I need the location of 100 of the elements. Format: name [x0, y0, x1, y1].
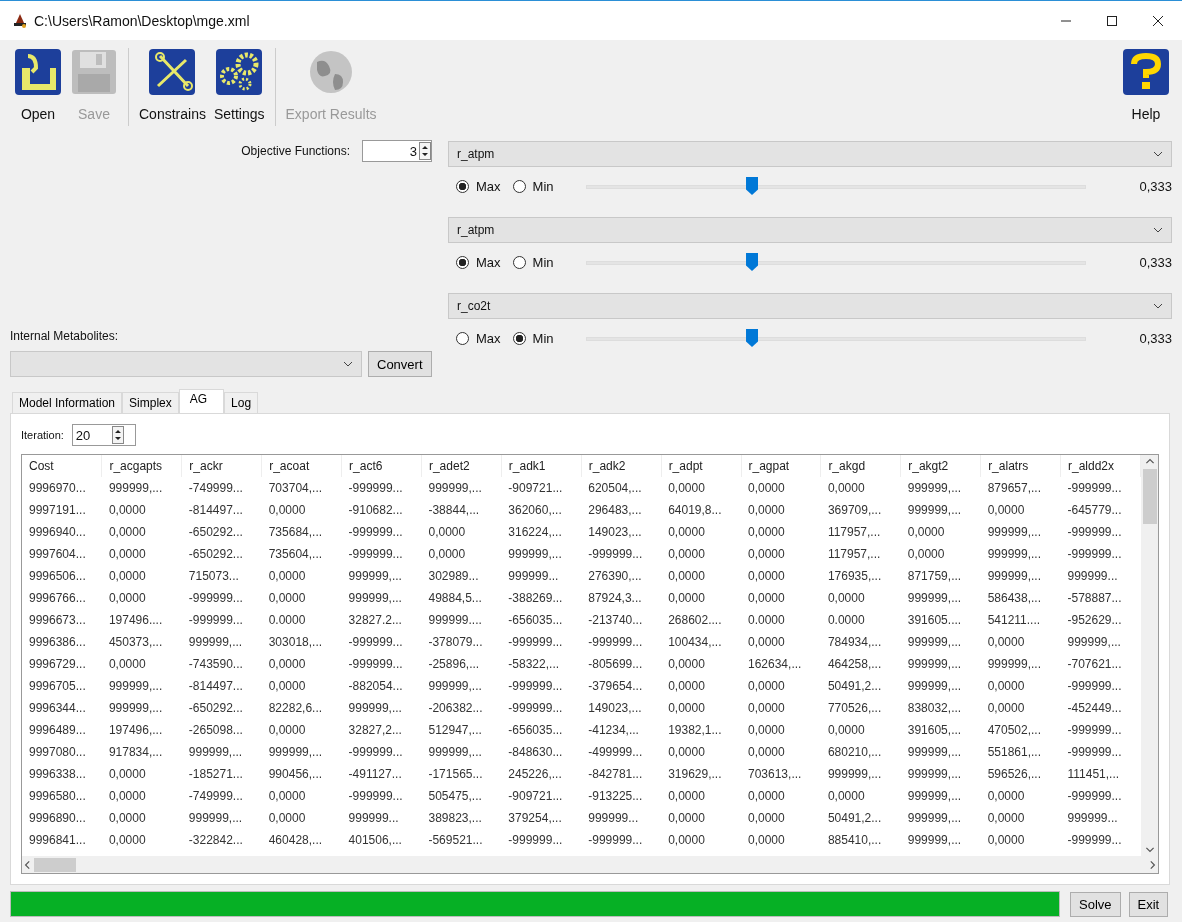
column-header[interactable]: r_akgt2	[900, 455, 981, 477]
reaction-dropdown[interactable]: r_atpm	[448, 141, 1172, 167]
number-spinner[interactable]: 20	[71, 424, 136, 446]
table-cell-text: 735684,...	[267, 524, 324, 541]
spin-arrows-icon[interactable]	[112, 426, 125, 444]
table-cell-text: 0,0000	[267, 590, 307, 607]
reaction-dropdown[interactable]: r_atpm	[448, 217, 1172, 243]
toolbar-button[interactable]: Constrains	[135, 48, 210, 122]
tab[interactable]: Log	[224, 392, 259, 413]
radio-option[interactable]: Max	[456, 254, 501, 270]
table-cell-text: 9996890...	[28, 810, 87, 827]
gears-icon	[215, 48, 264, 96]
action-button[interactable]: Exit	[1128, 891, 1169, 917]
table-cell-text: 470502,...	[986, 722, 1042, 739]
spin-arrows-icon[interactable]	[419, 142, 431, 160]
weight-slider[interactable]	[585, 328, 1086, 348]
weight-slider[interactable]	[585, 176, 1086, 196]
table-cell-text: 0,0000	[107, 502, 147, 519]
table-cell-text: 999999,...	[986, 568, 1042, 585]
table-cell-text: 9996386...	[28, 634, 87, 651]
column-header[interactable]: r_adk1	[501, 455, 582, 477]
action-button[interactable]: Solve	[1070, 891, 1121, 917]
weight-slider[interactable]	[585, 252, 1086, 272]
slider-thumb[interactable]	[746, 329, 758, 347]
column-header[interactable]: r_adet2	[421, 455, 502, 477]
scrollbar-thumb[interactable]	[1142, 469, 1157, 524]
tab[interactable]: AG	[178, 389, 225, 413]
table-cell-text: -206382...	[427, 700, 484, 717]
hat-icon	[12, 12, 28, 29]
column-header[interactable]: r_agpat	[741, 455, 821, 477]
reaction-dropdown[interactable]: r_co2t	[448, 293, 1172, 319]
radio-icon[interactable]	[512, 255, 526, 269]
slider-thumb[interactable]	[746, 177, 758, 195]
slider-thumb[interactable]	[746, 253, 758, 271]
table-cell: -999999...	[1060, 477, 1141, 499]
table-cell-text: 0.0000	[826, 612, 866, 629]
column-header[interactable]: Cost	[22, 455, 102, 477]
table-cell-text: -645779...	[1066, 502, 1123, 519]
table-cell-text: 0,0000	[906, 546, 946, 563]
table-cell-text: 999999,...	[107, 678, 164, 695]
table-cell: -909721...	[501, 477, 582, 499]
table-cell-text: 0,0000	[986, 810, 1026, 827]
radio-option[interactable]: Max	[456, 330, 501, 346]
column-header[interactable]: r_acoat	[261, 455, 342, 477]
number-spinner[interactable]: 3	[362, 140, 432, 162]
table-cell-text: -650292...	[187, 524, 244, 541]
column-header[interactable]: r_aldd2x	[1060, 455, 1141, 477]
column-header[interactable]: r_act6	[341, 455, 422, 477]
column-header[interactable]: r_adk2	[581, 455, 662, 477]
table-cell-text: 0,0000	[667, 656, 706, 673]
convert-button[interactable]: Convert	[368, 351, 432, 377]
radio-icon[interactable]	[456, 255, 469, 269]
table-cell-text: 197496,...	[107, 722, 164, 739]
tab[interactable]: Model Information	[12, 392, 123, 413]
table-cell-text: 176935,...	[826, 568, 883, 585]
close-icon[interactable]	[1152, 14, 1164, 27]
table-cell-text: -882054...	[347, 678, 404, 695]
table-cell-text: 0,0000	[667, 546, 706, 563]
toolbar-button[interactable]: Help	[1118, 48, 1174, 122]
table-cell-text: 0,0000	[667, 832, 706, 849]
vertical-scrollbar[interactable]	[1141, 455, 1158, 856]
maximize-icon[interactable]	[1106, 14, 1118, 27]
table-cell-text: 512947,...	[427, 722, 483, 739]
table-cell-text: 64019,8...	[667, 502, 723, 519]
table-cell-text: 389823,...	[427, 810, 483, 827]
table-cell-text: 715073...	[187, 568, 240, 585]
radio-option[interactable]: Max	[456, 178, 501, 194]
table-cell-text: 0,0000	[107, 656, 147, 673]
table-cell-text: 999999...	[587, 810, 640, 827]
table-cell-text: -213740...	[587, 612, 644, 629]
table-cell-text: -185271...	[187, 766, 244, 783]
column-header[interactable]: r_alatrs	[980, 455, 1061, 477]
radio-option[interactable]: Min	[512, 254, 554, 270]
table-cell: 0,0000	[820, 477, 901, 499]
table-cell-text: 87924,3...	[587, 590, 643, 607]
toolbar-button[interactable]: Settings	[209, 48, 269, 122]
table-cell-text: 0.0000	[267, 612, 307, 629]
table-cell-text: 999999,...	[187, 634, 244, 651]
tab[interactable]: Simplex	[122, 392, 179, 413]
table-cell-text: 999999,...	[906, 678, 963, 695]
table-cell-text: 49884,5...	[427, 590, 483, 607]
table-cell-text: -842781...	[587, 766, 644, 783]
column-header[interactable]: r_acgapts	[101, 455, 182, 477]
table-cell-text: 369709,...	[826, 502, 883, 519]
table-cell-text: 0,0000	[826, 590, 866, 607]
column-header[interactable]: r_ackr	[181, 455, 262, 477]
radio-icon[interactable]	[456, 331, 469, 345]
column-header[interactable]: r_akgd	[820, 455, 901, 477]
table-cell-text: -999999...	[1066, 788, 1123, 805]
column-header[interactable]: r_adpt	[661, 455, 741, 477]
table-cell-text: 0,0000	[267, 656, 307, 673]
radio-icon[interactable]	[512, 179, 526, 193]
horizontal-scrollbar[interactable]	[22, 856, 1158, 873]
toolbar-button[interactable]: Open	[10, 48, 66, 122]
radio-option[interactable]: Min	[512, 330, 554, 346]
scrollbar-thumb[interactable]	[34, 857, 76, 872]
radio-icon[interactable]	[512, 331, 526, 345]
radio-option[interactable]: Min	[512, 178, 554, 194]
table-cell-text: 0,0000	[747, 700, 786, 717]
radio-icon[interactable]	[456, 179, 469, 193]
